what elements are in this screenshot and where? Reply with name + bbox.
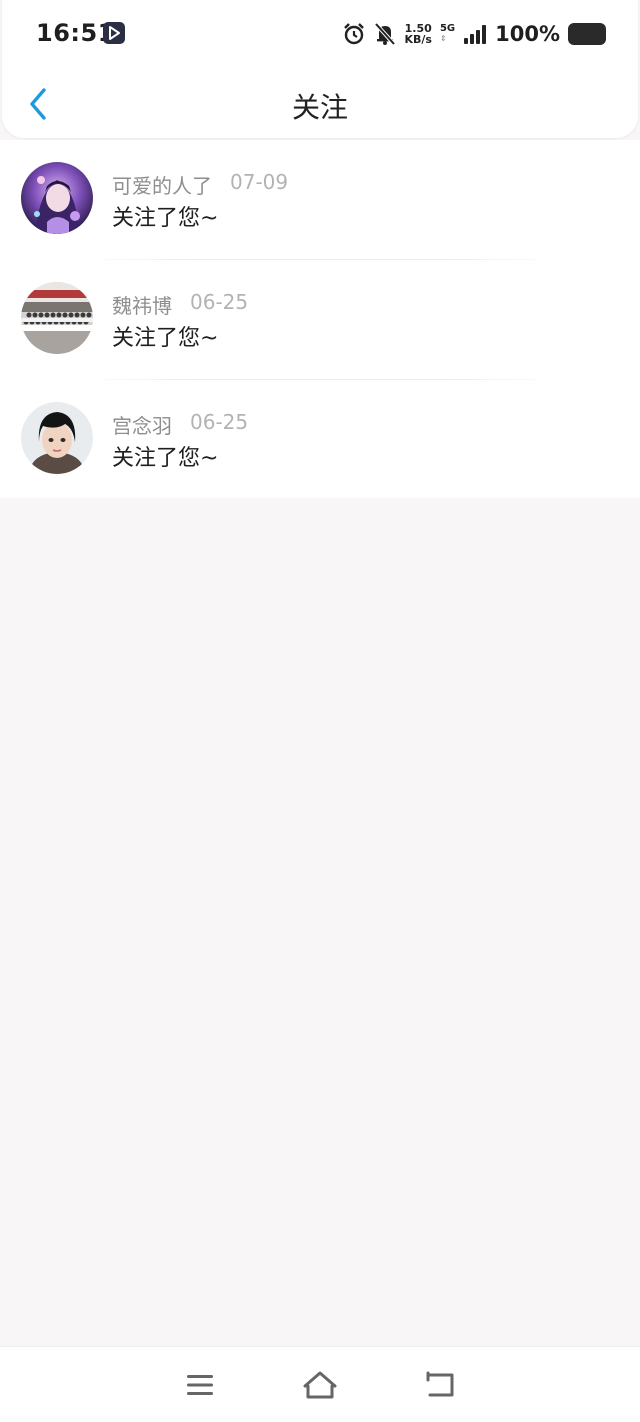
signal-icon [463,24,487,44]
item-date: 06-25 [190,290,249,314]
app-screen: 16:51 1.50 KB/s 5G ⇕ 100% 关注 可爱的人了 07-09… [0,0,640,1422]
list-item[interactable]: 宫念羽 06-25 关注了您~ [0,380,640,500]
net-speed: 1.50 KB/s [404,23,431,45]
network-type: 5G ⇕ [440,24,455,44]
battery-icon [568,23,606,45]
item-message: 关注了您~ [112,326,219,351]
list-item[interactable]: 可爱的人了 07-09 关注了您~ [0,140,640,260]
avatar-anime [21,162,93,234]
item-date: 07-09 [230,170,289,194]
back-nav-button[interactable] [420,1365,460,1405]
follower-list: 可爱的人了 07-09 关注了您~ 魏祎博 06-25 关注了您~ 宫念羽 06… [0,140,640,498]
user-name[interactable]: 魏祎博 [112,290,172,319]
alarm-icon [342,22,366,46]
avatar[interactable] [21,282,93,354]
system-nav-bar [0,1346,640,1422]
page-title: 关注 [291,91,348,124]
item-message: 关注了您~ [112,446,219,471]
user-name[interactable]: 宫念羽 [112,410,172,439]
list-item[interactable]: 魏祎博 06-25 关注了您~ [0,260,640,380]
item-meta: 可爱的人了 07-09 [112,170,288,199]
item-message: 关注了您~ [112,206,219,231]
user-name[interactable]: 可爱的人了 [112,170,212,199]
avatar-group [21,282,93,354]
net-speed-unit: KB/s [404,33,432,46]
item-meta: 魏祎博 06-25 [112,290,248,319]
home-button[interactable] [300,1365,340,1405]
data-arrows-icon: ⇕ [439,34,447,43]
app-notification-icon [103,22,125,44]
item-meta: 宫念羽 06-25 [112,410,248,439]
title-bar: 关注 [2,66,638,138]
status-icons: 1.50 KB/s 5G ⇕ 100% [342,18,606,50]
header: 16:51 1.50 KB/s 5G ⇕ 100% 关注 [2,0,638,138]
avatar[interactable] [21,402,93,474]
avatar-portrait [21,402,93,474]
status-bar: 16:51 1.50 KB/s 5G ⇕ 100% [2,0,638,66]
item-date: 06-25 [190,410,249,434]
menu-icon [187,1374,213,1395]
back-icon [426,1371,454,1396]
mute-icon [374,22,396,46]
battery-percent: 100% [495,22,560,46]
avatar[interactable] [21,162,93,234]
network-type-label: 5G [439,23,456,34]
menu-button[interactable] [180,1365,220,1405]
home-icon [303,1371,337,1398]
